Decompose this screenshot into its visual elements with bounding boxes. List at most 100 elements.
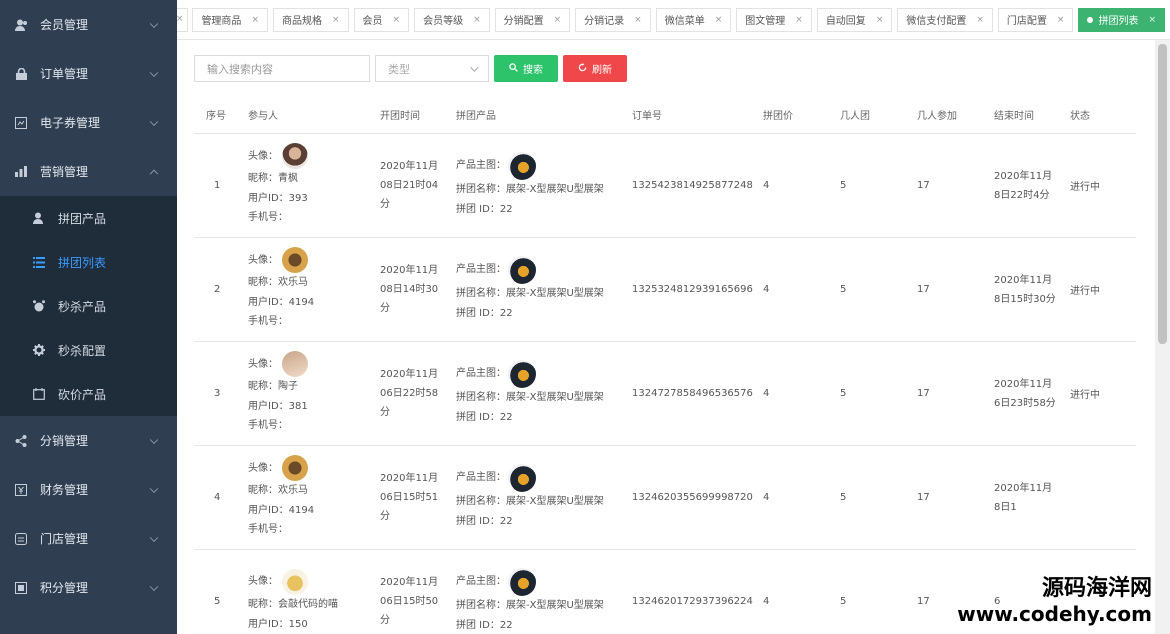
nickname: 青枫 bbox=[278, 173, 298, 185]
start-time: 2020年11月06日15时51分 bbox=[380, 473, 439, 522]
search-icon bbox=[509, 62, 518, 75]
close-icon[interactable]: × bbox=[332, 15, 340, 25]
search-button[interactable]: 搜索 bbox=[494, 55, 558, 82]
tab-member-level[interactable]: 会员等级 × bbox=[414, 7, 490, 32]
group-id-label: 拼团 ID： bbox=[456, 411, 500, 423]
order-no: 1324727858496536576 bbox=[632, 388, 753, 399]
avatar-label: 头像： bbox=[248, 254, 278, 266]
sidebar-item-finance[interactable]: 财务管理 bbox=[0, 465, 177, 514]
product-image-label: 产品主图： bbox=[456, 368, 506, 379]
nickname: 欢乐马 bbox=[278, 485, 308, 497]
submenu-item-flash-products[interactable]: 秒杀产品 bbox=[0, 284, 177, 328]
watermark: 源码海洋网 www.codehy.com bbox=[957, 576, 1152, 626]
close-icon[interactable]: × bbox=[177, 14, 183, 24]
chart-icon bbox=[14, 165, 28, 179]
group-id-label: 拼团 ID： bbox=[456, 307, 500, 319]
submenu-item-bargain-products[interactable]: 砍价产品 bbox=[0, 372, 177, 416]
submenu-item-label: 秒杀配置 bbox=[58, 343, 107, 358]
active-dot-icon bbox=[1087, 16, 1094, 23]
tab-manage-goods[interactable]: 管理商品 × bbox=[192, 7, 268, 32]
type-select[interactable]: 类型 bbox=[375, 55, 489, 82]
product-image-label: 产品主图： bbox=[456, 160, 506, 171]
tab-wechat-pay-config[interactable]: 微信支付配置 × bbox=[897, 7, 993, 32]
header-end-time: 结束时间 bbox=[994, 111, 1034, 122]
tab-label: 分销记录 bbox=[584, 16, 625, 27]
product-cell: 产品主图： 拼团名称：展架-X型展架U型展架 拼团 ID：22 bbox=[444, 152, 620, 219]
refresh-button-label: 刷新 bbox=[592, 65, 612, 76]
close-icon[interactable]: × bbox=[634, 15, 642, 25]
tab-auto-reply[interactable]: 自动回复 × bbox=[816, 7, 893, 32]
close-icon[interactable]: × bbox=[251, 15, 259, 25]
avatar bbox=[282, 247, 308, 274]
close-icon[interactable]: × bbox=[715, 15, 723, 25]
table-row: 3 头像： 昵称：陶子 用户ID：381 手机号： 2020年11月06日22时… bbox=[194, 342, 1136, 446]
scrollbar-thumb[interactable] bbox=[1158, 44, 1167, 344]
product-image-label: 产品主图： bbox=[456, 576, 506, 587]
user-id-label: 用户ID： bbox=[248, 618, 289, 630]
product-name: 展架-X型展架U型展架 bbox=[506, 288, 604, 299]
tab-label: 微信菜单 bbox=[664, 16, 705, 27]
tab-label: 会员等级 bbox=[423, 16, 464, 27]
sidebar-item-members[interactable]: 会员管理 bbox=[0, 0, 177, 49]
tab-distribution-config[interactable]: 分销配置 × bbox=[494, 7, 571, 32]
close-icon[interactable]: × bbox=[473, 15, 481, 25]
header-joined: 几人参加 bbox=[917, 111, 957, 122]
close-icon[interactable]: × bbox=[876, 15, 884, 25]
sidebar-item-points[interactable]: 积分管理 bbox=[0, 563, 177, 612]
tab-store-config[interactable]: 门店配置 × bbox=[997, 7, 1074, 32]
close-icon[interactable]: × bbox=[976, 15, 984, 25]
refresh-button[interactable]: 刷新 bbox=[563, 55, 627, 82]
submenu-item-group-list[interactable]: 拼团列表 bbox=[0, 240, 177, 284]
tab-label: 商品规格 bbox=[281, 16, 322, 27]
sidebar-item-marketing[interactable]: 营销管理 bbox=[0, 147, 177, 196]
search-button-label: 搜索 bbox=[523, 65, 543, 76]
group-list-table: 序号 参与人 开团时间 拼团产品 订单号 拼团价 几人团 几人参加 结束时间 状… bbox=[194, 96, 1136, 634]
tab-article-manage[interactable]: 图文管理 × bbox=[736, 7, 812, 32]
search-input[interactable]: 输入搜索内容 bbox=[194, 55, 370, 82]
participant-cell: 头像： 昵称：欢乐马 用户ID：4194 手机号： bbox=[236, 247, 368, 332]
gear-icon bbox=[32, 343, 46, 357]
sidebar-item-distribution[interactable]: 分销管理 bbox=[0, 416, 177, 465]
header-price: 拼团价 bbox=[763, 111, 793, 122]
tab-members[interactable]: 会员 × bbox=[353, 7, 410, 32]
product-image bbox=[508, 256, 536, 284]
sidebar-item-stores[interactable]: 门店管理 bbox=[0, 514, 177, 563]
nickname-label: 昵称： bbox=[248, 277, 278, 289]
product-cell: 产品主图： 拼团名称：展架-X型展架U型展架 拼团 ID：22 bbox=[444, 568, 620, 634]
sidebar-item-label: 门店管理 bbox=[40, 532, 89, 546]
product-name: 展架-X型展架U型展架 bbox=[506, 184, 604, 195]
sidebar-item-coupons[interactable]: 电子券管理 bbox=[0, 98, 177, 147]
marketing-submenu: 拼团产品 拼团列表 秒杀产品 秒杀配置 砍价产品 bbox=[0, 196, 177, 416]
product-cell: 产品主图： 拼团名称：展架-X型展架U型展架 拼团 ID：22 bbox=[444, 360, 620, 427]
product-name-label: 拼团名称： bbox=[456, 184, 506, 195]
tab-goods-spec[interactable]: 商品规格 × bbox=[272, 7, 349, 32]
tab-group-list[interactable]: 拼团列表 × bbox=[1078, 7, 1165, 32]
row-no: 2 bbox=[214, 284, 221, 295]
points-icon bbox=[14, 581, 28, 595]
product-image bbox=[508, 360, 536, 388]
sidebar: 会员管理 订单管理 电子券管理 营销管理 拼团产品 拼团列表 秒杀产品 秒杀配置… bbox=[0, 0, 177, 634]
tab-wechat-menu[interactable]: 微信菜单 × bbox=[655, 7, 732, 32]
vertical-scrollbar[interactable] bbox=[1155, 40, 1170, 634]
tab-distribution-records[interactable]: 分销记录 × bbox=[575, 7, 651, 32]
tab-truncated[interactable]: × bbox=[177, 7, 189, 32]
watermark-line2: www.codehy.com bbox=[957, 602, 1152, 626]
close-icon[interactable]: × bbox=[795, 15, 803, 25]
submenu-item-flash-config[interactable]: 秒杀配置 bbox=[0, 328, 177, 372]
lock-icon bbox=[14, 67, 28, 81]
close-icon[interactable]: × bbox=[393, 15, 401, 25]
group-size: 5 bbox=[840, 596, 847, 607]
close-icon[interactable]: × bbox=[1057, 15, 1065, 25]
chevron-up-icon bbox=[149, 169, 159, 178]
submenu-item-group-products[interactable]: 拼团产品 bbox=[0, 196, 177, 240]
status: 进行中 bbox=[1070, 182, 1100, 193]
share-icon bbox=[14, 434, 28, 448]
sidebar-item-orders[interactable]: 订单管理 bbox=[0, 49, 177, 98]
close-icon[interactable]: × bbox=[554, 15, 562, 25]
users-icon bbox=[14, 18, 28, 32]
watermark-line1: 源码海洋网 bbox=[1041, 576, 1152, 601]
close-icon[interactable]: × bbox=[1148, 15, 1156, 25]
start-time: 2020年11月08日14时30分 bbox=[380, 265, 439, 314]
end-time: 2020年11月8日22时4分 bbox=[994, 170, 1053, 201]
participant-cell: 头像： 昵称：青枫 用户ID：393 手机号： bbox=[236, 143, 368, 228]
